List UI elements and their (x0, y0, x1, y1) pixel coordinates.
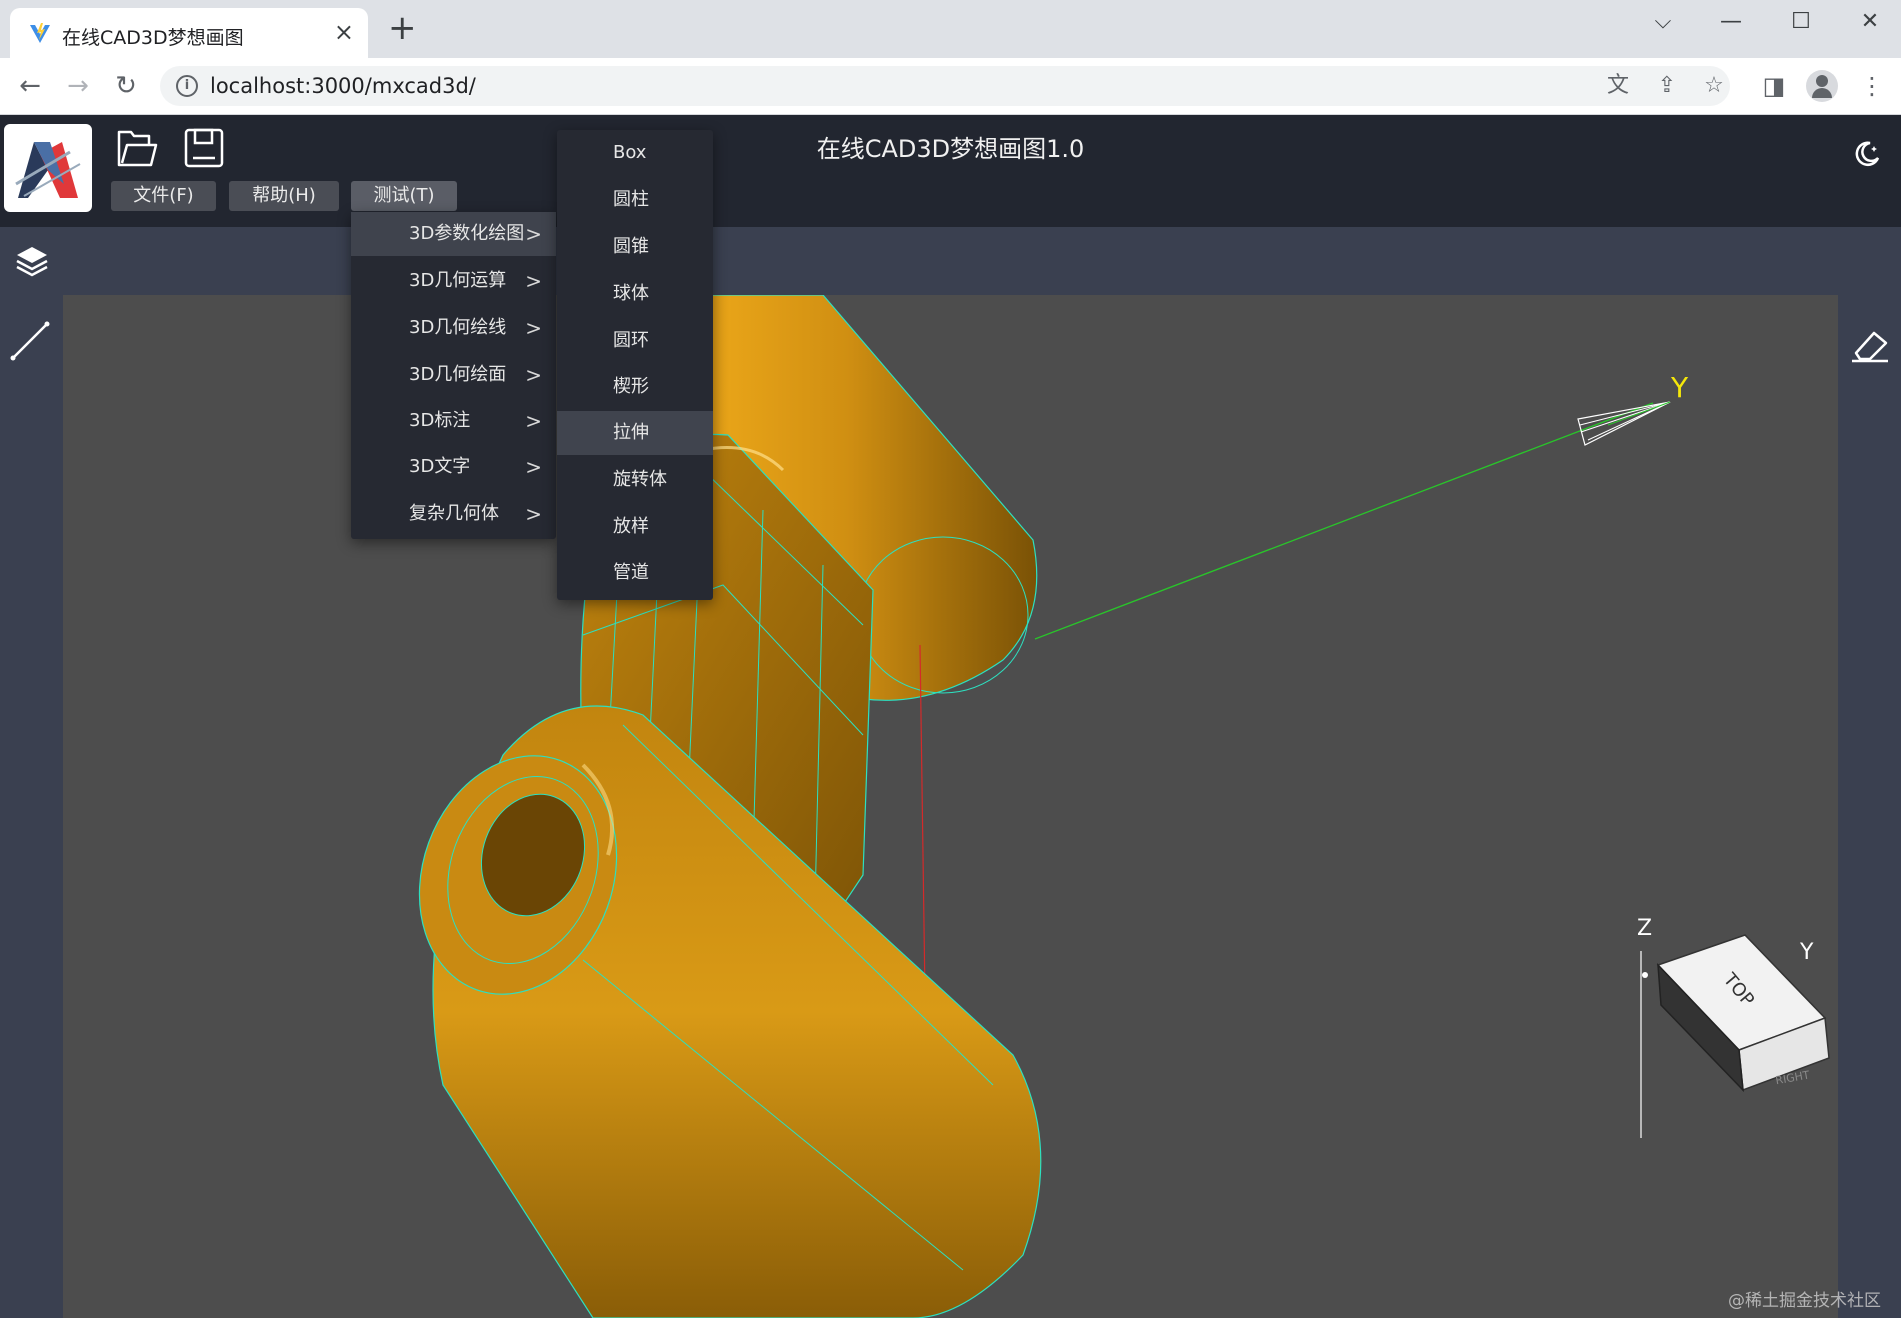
submenu-item-extrude[interactable]: 拉伸 (557, 411, 713, 455)
menu-file-button[interactable]: 文件(F) (111, 181, 216, 211)
submenu-item-label: 圆柱 (613, 189, 649, 210)
chevron-right-icon: > (525, 316, 542, 340)
y-axis-label: Y (1670, 371, 1689, 404)
menu-item-3d-text[interactable]: 3D文字 > (351, 445, 556, 489)
menu-item-label: 3D几何绘线 (409, 317, 507, 338)
tab-close-button[interactable]: × (334, 18, 354, 46)
submenu-item-label: 管道 (613, 562, 649, 583)
lower-cylinder (418, 705, 1042, 1318)
y-axis-line (1034, 402, 1654, 640)
eraser-icon[interactable] (1848, 325, 1892, 365)
chevron-right-icon: > (525, 502, 542, 526)
submenu-item-label: 圆锥 (613, 236, 649, 257)
menu-item-3d-geometry-faces[interactable]: 3D几何绘面 > (351, 353, 556, 397)
menu-item-3d-geometry-lines[interactable]: 3D几何绘线 > (351, 306, 556, 350)
menu-help-button[interactable]: 帮助(H) (229, 181, 339, 211)
submenu-item-label: 旋转体 (613, 469, 667, 490)
chevron-right-icon: > (525, 455, 542, 479)
menu-test-button[interactable]: 测试(T) (351, 181, 457, 211)
menu-item-label: 3D文字 (409, 456, 471, 477)
forward-arrow-icon[interactable]: → (60, 68, 96, 104)
submenu-item-cone[interactable]: 圆锥 (557, 225, 713, 269)
layers-toolbar (0, 227, 1901, 295)
layers-icon[interactable] (12, 241, 52, 281)
view-cube-y-label: Y (1799, 940, 1814, 965)
menu-item-label: 复杂几何体 (409, 503, 499, 524)
submenu-item-revolve[interactable]: 旋转体 (557, 458, 713, 502)
y-axis-cone (1577, 401, 1671, 446)
browser-tab[interactable]: 在线CAD3D梦想画图 × (10, 8, 368, 58)
info-icon[interactable]: i (176, 75, 198, 97)
bookmark-star-icon[interactable]: ☆ (1701, 73, 1727, 99)
submenu-item-label: 拉伸 (613, 422, 649, 443)
menu-item-label: 3D标注 (409, 410, 471, 431)
cad-3d-viewport[interactable]: Y TOP RIGHT Z Y (63, 295, 1838, 1318)
moon-theme-icon[interactable] (1852, 139, 1882, 169)
chevron-right-icon: > (525, 363, 542, 387)
submenu-item-cylinder[interactable]: 圆柱 (557, 178, 713, 222)
kebab-menu-icon[interactable]: ⋮ (1856, 70, 1888, 102)
submenu-item-label: 楔形 (613, 376, 649, 397)
test-menu-dropdown: 3D参数化绘图 > 3D几何运算 > 3D几何绘线 > 3D几何绘面 > 3D标… (351, 212, 556, 539)
menu-item-label: 3D几何绘面 (409, 364, 507, 385)
draw-line-icon[interactable] (8, 319, 52, 363)
browser-address-row: ← → ↻ i localhost:3000/mxcad3d/ 文 ⇪ ☆ ◨ … (0, 58, 1901, 115)
share-icon[interactable]: ⇪ (1654, 73, 1680, 99)
menu-item-3d-dimension[interactable]: 3D标注 > (351, 399, 556, 443)
address-bar[interactable]: i localhost:3000/mxcad3d/ 文 ⇪ ☆ (160, 66, 1730, 106)
window-close-button[interactable]: ✕ (1845, 6, 1895, 38)
chevron-right-icon: > (525, 222, 542, 246)
submenu-item-sphere[interactable]: 球体 (557, 272, 713, 316)
app-header: 文件(F) 帮助(H) 测试(T) 在线CAD3D梦想画图1.0 (0, 115, 1901, 227)
tab-title: 在线CAD3D梦想画图 (62, 27, 244, 49)
menu-item-label: 3D几何运算 (409, 270, 507, 291)
watermark-text: @稀土掘金技术社区 (1728, 1291, 1881, 1311)
vite-favicon-icon (30, 23, 50, 43)
z-axis-line (919, 644, 926, 996)
submenu-item-label: 圆环 (613, 330, 649, 351)
chevron-right-icon: > (525, 269, 542, 293)
menu-item-3d-parametric[interactable]: 3D参数化绘图 > (351, 212, 556, 256)
3d-scene: Y TOP RIGHT Z Y (418, 295, 1830, 1318)
window-minimize-button[interactable]: — (1706, 6, 1756, 38)
submenu-item-wedge[interactable]: 楔形 (557, 365, 713, 409)
url-text[interactable]: localhost:3000/mxcad3d/ (210, 74, 476, 98)
new-tab-button[interactable]: + (388, 10, 417, 46)
submenu-item-loft[interactable]: 放样 (557, 505, 713, 549)
submenu-item-label: Box (613, 142, 647, 163)
left-tool-panel (0, 295, 63, 1318)
profile-avatar-icon[interactable] (1806, 70, 1838, 102)
browser-tab-strip: 在线CAD3D梦想画图 × + ⌵ — ☐ ✕ (0, 0, 1901, 58)
side-panel-icon[interactable]: ◨ (1758, 70, 1790, 102)
window-maximize-button[interactable]: ☐ (1776, 6, 1826, 38)
submenu-item-label: 放样 (613, 516, 649, 537)
app-title: 在线CAD3D梦想画图1.0 (816, 135, 1085, 163)
tab-search-dropdown-icon[interactable]: ⌵ (1638, 6, 1688, 38)
view-cube[interactable]: TOP RIGHT (1640, 934, 1830, 1138)
back-arrow-icon[interactable]: ← (12, 68, 48, 104)
submenu-item-pipe[interactable]: 管道 (557, 551, 713, 595)
menu-item-3d-geometry-ops[interactable]: 3D几何运算 > (351, 259, 556, 303)
menu-item-complex-geometry[interactable]: 复杂几何体 > (351, 492, 556, 536)
submenu-item-label: 球体 (613, 283, 649, 304)
submenu-item-torus[interactable]: 圆环 (557, 319, 713, 363)
translate-icon[interactable]: 文 (1605, 73, 1631, 99)
right-tool-panel (1838, 295, 1901, 1318)
menu-item-label: 3D参数化绘图 (409, 223, 525, 244)
view-cube-z-label: Z (1637, 916, 1652, 941)
submenu-item-box[interactable]: Box (557, 131, 713, 175)
parametric-submenu: Box 圆柱 圆锥 球体 圆环 楔形 拉伸 旋转体 放样 管道 (557, 130, 713, 600)
chevron-right-icon: > (525, 409, 542, 433)
reload-icon[interactable]: ↻ (108, 68, 144, 104)
